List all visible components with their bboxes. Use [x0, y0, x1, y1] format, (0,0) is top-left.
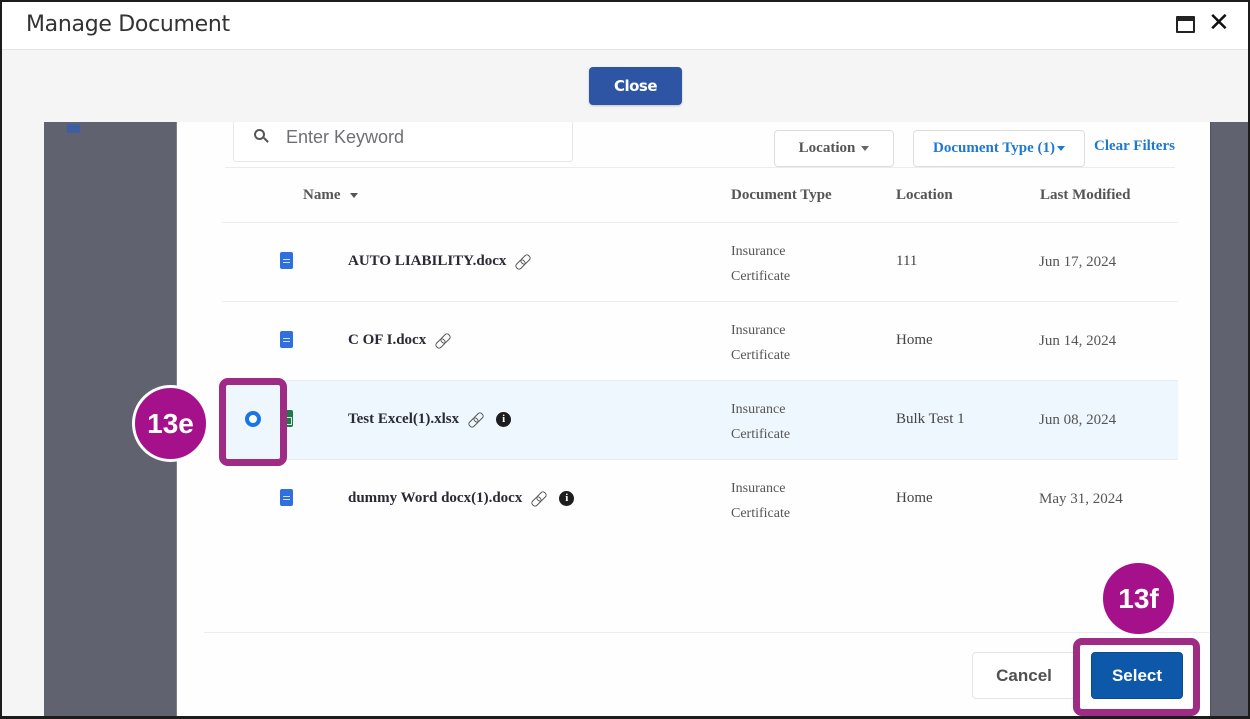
file-name: dummy Word docx(1).docx i	[348, 490, 575, 507]
column-header-location[interactable]: Location	[896, 187, 953, 204]
checkbox-icon	[67, 124, 80, 133]
window-close-icon[interactable]: ✕	[1208, 8, 1230, 38]
last-modified-cell: May 31, 2024	[1039, 491, 1123, 507]
footer-divider	[204, 632, 1209, 633]
divider	[225, 167, 1175, 168]
table-row[interactable]: dummy Word docx(1).docx i Insurance Cert…	[222, 460, 1178, 539]
select-button[interactable]: Select	[1091, 652, 1183, 699]
select-document-dialog: Location Document Type (1) Clear Filters…	[177, 122, 1210, 716]
window-title: Manage Document	[26, 12, 230, 37]
window-maximize-icon[interactable]	[1176, 16, 1195, 33]
cancel-button[interactable]: Cancel	[972, 652, 1076, 699]
spreadsheet-icon	[280, 410, 293, 427]
annotation-step-badge: 13e	[132, 385, 209, 462]
file-name: C OF I.docx	[348, 332, 450, 349]
document-type-cell: Insurance Certificate	[731, 402, 791, 442]
document-type-filter-label: Document Type (1)	[933, 140, 1055, 156]
link-icon[interactable]	[515, 254, 530, 269]
last-modified-cell: Jun 14, 2024	[1039, 333, 1117, 349]
link-icon[interactable]	[435, 333, 450, 348]
file-name: Test Excel(1).xlsx i	[348, 411, 512, 428]
location-cell: Home	[896, 332, 933, 348]
link-icon[interactable]	[468, 412, 483, 427]
sort-caret-icon	[350, 193, 359, 199]
document-type-cell: Insurance Certificate	[731, 481, 791, 521]
location-filter-label: Location	[798, 140, 856, 156]
search-icon	[254, 129, 269, 143]
table-row-selected[interactable]: Test Excel(1).xlsx i Insurance Certifica…	[222, 381, 1178, 460]
location-cell: 111	[896, 253, 918, 269]
row-select-radio[interactable]	[245, 411, 261, 427]
close-button[interactable]: Close	[589, 67, 682, 105]
location-filter-dropdown[interactable]: Location	[774, 130, 894, 167]
column-header-document-type[interactable]: Document Type	[731, 187, 832, 204]
link-icon[interactable]	[531, 491, 546, 506]
document-type-filter-dropdown[interactable]: Document Type (1)	[913, 130, 1085, 167]
word-document-icon	[280, 252, 293, 269]
info-icon[interactable]: i	[559, 491, 575, 506]
document-type-cell: Insurance Certificate	[731, 323, 791, 363]
column-header-last-modified[interactable]: Last Modified	[1040, 187, 1130, 204]
last-modified-cell: Jun 08, 2024	[1039, 412, 1117, 428]
location-cell: Home	[896, 490, 933, 506]
caret-down-icon	[1056, 146, 1065, 151]
search-box	[233, 122, 573, 162]
file-name: AUTO LIABILITY.docx	[348, 253, 530, 270]
table-row[interactable]: AUTO LIABILITY.docx Insurance Certificat…	[222, 223, 1178, 302]
caret-down-icon	[861, 146, 870, 151]
column-header-name[interactable]: Name	[303, 187, 359, 204]
last-modified-cell: Jun 17, 2024	[1039, 254, 1117, 270]
location-cell: Bulk Test 1	[896, 411, 965, 427]
manage-document-window: Manage Document ✕ Close Location Documen…	[0, 0, 1250, 719]
word-document-icon	[280, 331, 293, 348]
annotation-step-badge: 13f	[1100, 560, 1177, 637]
window-header: Manage Document ✕	[2, 2, 1248, 50]
info-icon[interactable]: i	[496, 412, 512, 427]
document-type-cell: Insurance Certificate	[731, 244, 791, 284]
clear-filters-link[interactable]: Clear Filters	[1094, 138, 1175, 155]
table-row[interactable]: C OF I.docx Insurance Certificate Home J…	[222, 302, 1178, 381]
word-document-icon	[280, 489, 293, 506]
search-input[interactable]	[286, 124, 566, 150]
background-overlay-right	[1210, 122, 1248, 716]
